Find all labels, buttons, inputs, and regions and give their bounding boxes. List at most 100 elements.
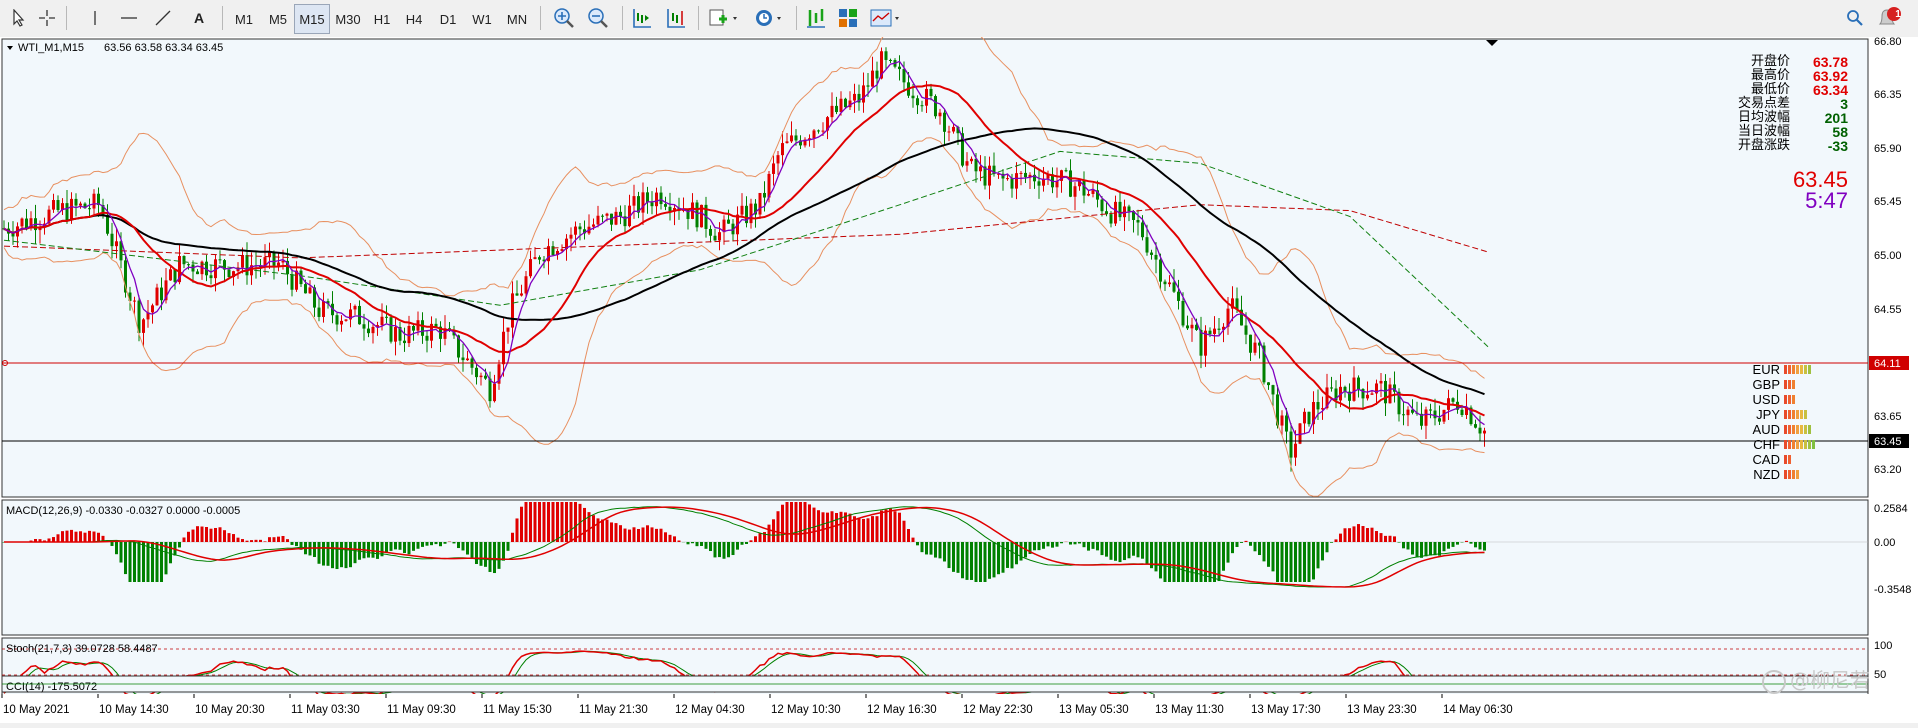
chart-shift-icon[interactable]	[662, 4, 690, 32]
macd-histogram-bar	[970, 542, 973, 580]
timeframe-m15[interactable]: M15	[294, 4, 330, 34]
search-icon[interactable]	[1842, 4, 1868, 32]
macd-histogram-bar	[1258, 542, 1261, 555]
candle-body	[930, 89, 933, 96]
candle-body	[925, 89, 928, 106]
currency-label: USD	[1753, 392, 1780, 407]
notification-bell-icon[interactable]: 1	[1874, 4, 1904, 32]
macd-histogram-bar	[417, 542, 420, 549]
candle-body	[1209, 331, 1212, 334]
new-chart-icon[interactable]	[704, 4, 744, 32]
candle-body	[979, 166, 982, 171]
macd-histogram-bar	[390, 542, 393, 551]
indicators-icon[interactable]	[802, 4, 830, 32]
trendline-tool-icon[interactable]	[152, 4, 174, 32]
period-clock-icon[interactable]	[750, 4, 790, 32]
timeframe-w1[interactable]: W1	[466, 4, 498, 34]
currency-label: JPY	[1756, 407, 1780, 422]
info-row-label: 交易点差	[1738, 97, 1790, 111]
candle-body	[1159, 260, 1162, 282]
candle-body	[912, 96, 915, 99]
candle-body	[570, 235, 573, 239]
price-level-65-90: 65.90	[1874, 143, 1902, 155]
macd-histogram-bar	[925, 542, 928, 554]
macd-histogram-bar	[489, 542, 492, 572]
candle-body	[1024, 173, 1027, 177]
macd-histogram-bar	[903, 521, 906, 542]
strength-bar	[1788, 440, 1791, 449]
text-tool-icon[interactable]: A	[188, 4, 210, 32]
candle-body	[646, 192, 649, 202]
candle-body	[1173, 282, 1176, 291]
chart-window[interactable]: 66.80 66.35 65.90 65.45 65.00 64.55 63.6…	[0, 37, 1918, 723]
macd-histogram-bar	[498, 542, 501, 569]
macd-level-zero: 0.00	[1874, 537, 1895, 549]
macd-histogram-bar	[1177, 542, 1180, 582]
macd-histogram-bar	[907, 529, 910, 542]
stochastic-panel[interactable]	[2, 638, 1868, 714]
candle-body	[1146, 237, 1149, 252]
macd-histogram-bar	[484, 542, 487, 567]
macd-histogram-bar	[988, 542, 991, 579]
strength-bar	[1792, 425, 1795, 434]
auto-scroll-icon[interactable]	[628, 4, 656, 32]
candle-body	[538, 257, 541, 259]
macd-histogram-bar	[1357, 524, 1360, 542]
zoom-out-icon[interactable]	[584, 4, 612, 32]
macd-histogram-bar	[642, 527, 645, 542]
candle-body	[1015, 173, 1018, 188]
macd-histogram-bar	[615, 523, 618, 542]
macd-histogram-bar	[1267, 542, 1270, 567]
zoom-in-icon[interactable]	[550, 4, 578, 32]
macd-histogram-bar	[1236, 542, 1239, 547]
candle-body	[462, 358, 465, 361]
candle-body	[187, 264, 190, 265]
currency-strength-row: NZD	[1740, 467, 1860, 482]
timeframe-m5[interactable]: M5	[262, 4, 294, 34]
macd-histogram-bar	[1272, 542, 1275, 571]
strength-bar	[1800, 425, 1803, 434]
candle-body	[106, 215, 109, 234]
candle-body	[1483, 431, 1486, 434]
candle-body	[831, 106, 834, 117]
macd-histogram-bar	[111, 542, 114, 546]
macd-histogram-bar	[565, 502, 568, 542]
timeframe-m1[interactable]: M1	[228, 4, 260, 34]
horizontal-line-tool-icon[interactable]	[118, 4, 140, 32]
crosshair-tool-icon[interactable]	[34, 4, 60, 32]
info-row-value: 63.92	[1813, 69, 1848, 83]
strength-bar	[1788, 395, 1791, 404]
candle-body	[592, 224, 595, 226]
timeframe-m30[interactable]: M30	[330, 4, 366, 34]
macd-histogram-bar	[480, 542, 483, 566]
price-level-63-65: 63.65	[1874, 411, 1902, 423]
candle-body	[862, 85, 865, 102]
macd-histogram-bar	[624, 529, 627, 542]
templates-icon[interactable]	[834, 4, 862, 32]
candle-body	[394, 327, 397, 342]
candle-body	[786, 141, 789, 143]
chart-properties-icon[interactable]	[866, 4, 906, 32]
timeframe-h1[interactable]: H1	[366, 4, 398, 34]
cursor-tool-icon[interactable]	[6, 4, 32, 32]
candle-body	[1330, 387, 1333, 388]
timeframe-mn[interactable]: MN	[500, 4, 534, 34]
candle-body	[1452, 398, 1455, 402]
timeframe-h4[interactable]: H4	[398, 4, 430, 34]
macd-histogram-bar	[345, 542, 348, 568]
macd-panel[interactable]	[2, 500, 1868, 635]
macd-histogram-bar	[718, 542, 721, 557]
candle-body	[1074, 186, 1077, 197]
candle-body	[1119, 202, 1122, 217]
macd-histogram-bar	[133, 542, 136, 582]
macd-histogram-bar	[646, 525, 649, 542]
candle-body	[1425, 409, 1428, 425]
candle-body	[633, 196, 636, 206]
vertical-line-tool-icon[interactable]	[84, 4, 106, 32]
candle-body	[1141, 222, 1144, 237]
timeframe-d1[interactable]: D1	[432, 4, 464, 34]
macd-histogram-bar	[538, 502, 541, 542]
macd-histogram-bar	[709, 542, 712, 551]
candle-body	[318, 308, 321, 317]
macd-histogram-bar	[745, 542, 748, 544]
